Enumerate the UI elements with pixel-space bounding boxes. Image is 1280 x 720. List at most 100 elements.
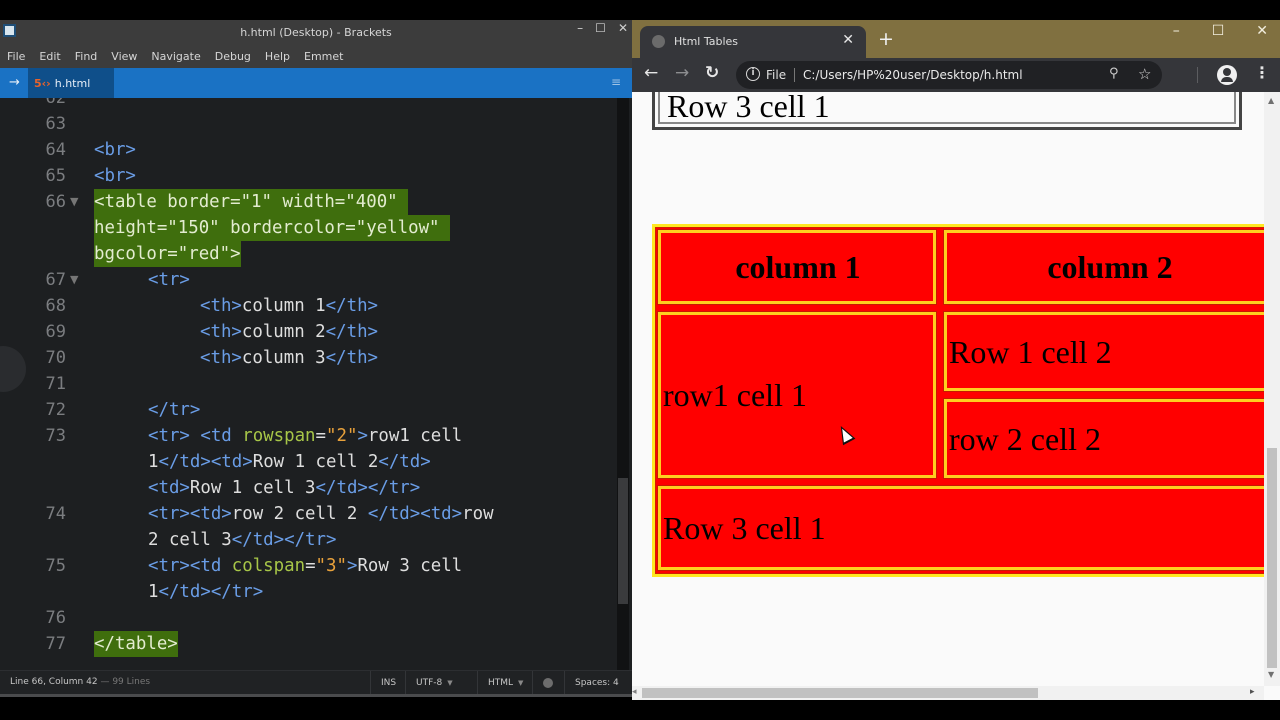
line-number: 63 — [45, 114, 66, 134]
code-text-selected: height="150" bordercolor="yellow" — [94, 215, 450, 241]
code-line-65: 65 <br> — [0, 163, 632, 189]
table-cell: row 2 cell 2 — [944, 399, 1264, 478]
code-editor[interactable]: 62 63 64 <br> 65 <br> 66 ▼ <table border… — [0, 98, 632, 678]
close-icon[interactable]: ✕ — [1256, 23, 1268, 39]
page-vertical-scrollbar[interactable]: ▲ ▼ — [1264, 92, 1280, 686]
menu-view[interactable]: View — [111, 50, 137, 63]
minimize-icon[interactable]: – — [577, 21, 583, 35]
previous-table: Row 3 cell 1 — [652, 92, 1242, 130]
menu-navigate[interactable]: Navigate — [151, 50, 200, 63]
line-number: 66 — [45, 192, 66, 212]
toggle-sidebar-arrow-icon[interactable]: → — [9, 75, 20, 90]
scroll-right-arrow-icon[interactable]: ▸ — [1250, 687, 1255, 697]
forward-arrow-icon[interactable]: → — [675, 63, 689, 83]
line-number: 67 — [45, 270, 66, 290]
linter-status[interactable] — [532, 671, 563, 695]
page-horizontal-scroll-thumb[interactable] — [642, 688, 1038, 698]
close-icon[interactable]: ✕ — [618, 21, 628, 35]
scroll-left-arrow-icon[interactable]: ◂ — [632, 687, 637, 697]
brackets-window: h.html (Desktop) - Brackets – ☐ ✕ File E… — [0, 20, 632, 697]
cursor-position: Line 66, Column 42 — 99 Lines — [10, 677, 150, 687]
menu-help[interactable]: Help — [265, 50, 290, 63]
code-text: 1</td><td>Row 1 cell 2</td> — [148, 452, 431, 472]
code-line-75-wrap-1: 1</td></tr> — [0, 579, 632, 605]
reload-icon[interactable]: ↻ — [705, 63, 719, 83]
chrome-titlebar: Html Tables ✕ + – ☐ ✕ — [632, 20, 1280, 58]
line-number: 68 — [45, 296, 66, 316]
menu-file[interactable]: File — [7, 50, 25, 63]
brackets-window-title: h.html (Desktop) - Brackets — [240, 26, 392, 39]
code-text: 2 cell 3</td></tr> — [148, 530, 337, 550]
insert-mode-label: INS — [381, 678, 397, 688]
line-number: 75 — [45, 556, 66, 576]
page-horizontal-scrollbar[interactable]: ◂ ▸ — [632, 686, 1264, 700]
info-icon[interactable]: i — [746, 67, 760, 81]
menu-debug[interactable]: Debug — [215, 50, 251, 63]
code-line-73: 73 <tr> <td rowspan="2">row1 cell — [0, 423, 632, 449]
code-text: <tr><td>row 2 cell 2 </td><td>row — [148, 504, 494, 524]
code-text-selected: bgcolor="red"> — [94, 241, 241, 267]
line-number: 71 — [45, 374, 66, 394]
code-line-70: 70 <th>column 3</th> — [0, 345, 632, 371]
line-number: 76 — [45, 608, 66, 628]
back-arrow-icon[interactable]: ← — [644, 63, 658, 83]
code-line-66: 66 ▼ <table border="1" width="400" — [0, 189, 632, 215]
editor-vertical-scrollbar[interactable] — [617, 98, 629, 678]
html5-icon: 5‹› — [34, 76, 51, 90]
new-tab-plus-icon[interactable]: + — [878, 28, 894, 50]
tab-h-html[interactable]: 5‹› h.html — [28, 68, 114, 98]
url-text[interactable]: C:/Users/HP%20user/Desktop/h.html — [803, 68, 1023, 82]
code-text: <th>column 3</th> — [200, 348, 379, 368]
indent-label: Spaces: 4 — [575, 678, 619, 688]
indent-setting[interactable]: Spaces: 4 — [564, 671, 629, 695]
minimize-icon[interactable]: – — [1173, 23, 1180, 39]
editor-horizontal-scrollbar[interactable] — [0, 694, 632, 697]
previous-table-cell: Row 3 cell 1 — [658, 92, 1236, 124]
brackets-menubar: File Edit Find View Navigate Debug Help … — [0, 44, 632, 68]
code-line-66-wrap-2: bgcolor="red"> — [0, 241, 632, 267]
code-line-62: 62 — [0, 98, 632, 111]
language-dropdown[interactable]: HTML ▼ — [477, 671, 533, 695]
profile-avatar-icon[interactable] — [1217, 65, 1237, 85]
code-text: <tr><td colspan="3">Row 3 cell — [148, 556, 463, 576]
close-tab-icon[interactable]: ✕ — [842, 32, 854, 48]
browser-tab-html-tables[interactable]: Html Tables ✕ — [640, 26, 866, 58]
maximize-icon[interactable]: ☐ — [595, 21, 606, 35]
tab-menu-icon[interactable]: ≡ — [611, 75, 621, 89]
scroll-down-arrow-icon[interactable]: ▼ — [1268, 670, 1274, 679]
kebab-menu-icon[interactable]: ⋮ — [1254, 63, 1270, 82]
zoom-icon[interactable]: ⚲ — [1109, 66, 1119, 81]
editor-scroll-thumb[interactable] — [618, 478, 628, 604]
screen: h.html (Desktop) - Brackets – ☐ ✕ File E… — [0, 0, 1280, 720]
table-cell-rowspan: row1 cell 1 — [658, 312, 936, 478]
maximize-icon[interactable]: ☐ — [1212, 23, 1225, 39]
code-text: <th>column 2</th> — [200, 322, 379, 342]
table-header-cell: column 2 — [944, 230, 1264, 304]
line-number: 65 — [45, 166, 66, 186]
address-bar[interactable]: i File C:/Users/HP%20user/Desktop/h.html… — [736, 61, 1162, 89]
code-text: <th>column 1</th> — [200, 296, 379, 316]
red-table: column 1 column 2 row1 cell 1 Row 1 cell… — [652, 224, 1264, 577]
encoding-dropdown[interactable]: UTF-8 ▼ — [405, 671, 463, 695]
page-vertical-scroll-thumb[interactable] — [1267, 448, 1277, 668]
chevron-down-icon: ▼ — [518, 679, 524, 687]
chrome-window: Html Tables ✕ + – ☐ ✕ ← → ↻ i File C:/Us… — [632, 20, 1280, 700]
menu-find[interactable]: Find — [75, 50, 98, 63]
line-number: 64 — [45, 140, 66, 160]
line-number: 73 — [45, 426, 66, 446]
line-number: 74 — [45, 504, 66, 524]
brackets-titlebar: h.html (Desktop) - Brackets – ☐ ✕ — [0, 20, 632, 44]
code-line-64: 64 <br> — [0, 137, 632, 163]
line-number: 69 — [45, 322, 66, 342]
code-line-67: 67 ▼ <tr> — [0, 267, 632, 293]
menu-edit[interactable]: Edit — [39, 50, 60, 63]
linter-status-icon — [543, 678, 553, 688]
fold-arrow-icon[interactable]: ▼ — [70, 267, 78, 293]
scroll-up-arrow-icon[interactable]: ▲ — [1268, 96, 1274, 105]
fold-arrow-icon[interactable]: ▼ — [70, 189, 78, 215]
insert-mode-toggle[interactable]: INS — [370, 671, 406, 695]
code-line-71: 71 — [0, 371, 632, 397]
menu-emmet[interactable]: Emmet — [304, 50, 343, 63]
bookmark-star-icon[interactable]: ☆ — [1138, 65, 1151, 83]
code-line-76: 76 — [0, 605, 632, 631]
